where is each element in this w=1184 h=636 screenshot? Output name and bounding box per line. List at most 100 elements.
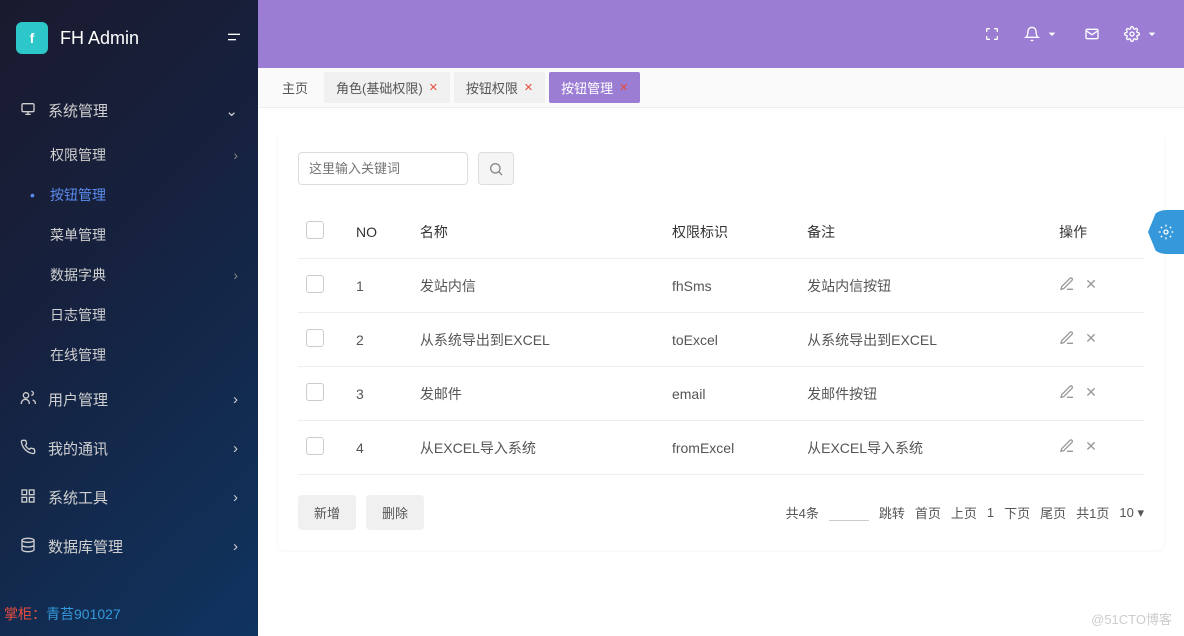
brand: f FH Admin — [0, 0, 258, 76]
pager-prev[interactable]: 上页 — [951, 503, 977, 522]
table-header: 权限标识 — [664, 205, 799, 259]
nav-group[interactable]: 系统工具 › — [0, 473, 258, 522]
nav-sub-item[interactable]: 菜单管理 — [0, 215, 258, 255]
nav-sub-item[interactable]: 数据字典 › — [0, 255, 258, 295]
phone-icon — [20, 439, 36, 459]
checkbox-all[interactable] — [306, 221, 324, 239]
tab[interactable]: 按钮权限✕ — [454, 72, 545, 103]
delete-icon[interactable]: ✕ — [1085, 276, 1097, 295]
pager-pages: 共1页 — [1076, 503, 1109, 522]
table-footer: 新增 删除 共4条 跳转 首页 上页 1 下页 尾页 共1页 10 ▾ — [298, 495, 1144, 530]
database-icon — [20, 537, 36, 557]
cell-perm: toExcel — [664, 313, 799, 367]
nav-group[interactable]: 我的通讯 › — [0, 424, 258, 473]
gear-icon[interactable] — [1124, 26, 1160, 42]
tab[interactable]: 主页 — [270, 72, 320, 103]
cell-perm: email — [664, 367, 799, 421]
nav-sub-label: 权限管理 — [50, 145, 106, 165]
nav-group[interactable]: 系统管理 ⌄ — [0, 86, 258, 135]
edit-icon[interactable] — [1059, 438, 1075, 457]
monitor-icon — [20, 101, 36, 121]
cell-no: 2 — [348, 313, 412, 367]
pager-first[interactable]: 首页 — [915, 503, 941, 522]
pager-next[interactable]: 下页 — [1004, 503, 1030, 522]
sidebar-footer: 掌柜：青苔901027 — [0, 592, 258, 636]
pager-current: 1 — [987, 505, 994, 520]
nav: 系统管理⌄权限管理›按钮管理菜单管理数据字典›日志管理在线管理用户管理›我的通讯… — [0, 76, 258, 592]
table-row: 1 发站内信 fhSms 发站内信按钮 ✕ — [298, 259, 1144, 313]
chevron-right-icon: › — [233, 489, 238, 506]
main: 主页角色(基础权限)✕按钮权限✕按钮管理✕ NO名称权限标识备注操作 1 发站内… — [258, 0, 1184, 636]
close-icon[interactable]: ✕ — [429, 81, 438, 94]
edit-icon[interactable] — [1059, 384, 1075, 403]
cell-no: 1 — [348, 259, 412, 313]
chevron-right-icon: › — [233, 538, 238, 555]
mail-icon[interactable] — [1084, 26, 1100, 42]
nav-group[interactable]: 用户管理› — [0, 375, 258, 424]
nav-group-label: 系统工具 — [48, 487, 108, 508]
delete-icon[interactable]: ✕ — [1085, 438, 1097, 457]
watermark: @51CTO博客 — [1091, 609, 1172, 628]
search-button[interactable] — [478, 152, 514, 185]
chevron-right-icon: › — [233, 147, 238, 163]
table-row: 4 从EXCEL导入系统 fromExcel 从EXCEL导入系统 ✕ — [298, 421, 1144, 475]
checkbox[interactable] — [306, 437, 324, 455]
cell-perm: fhSms — [664, 259, 799, 313]
cell-no: 4 — [348, 421, 412, 475]
bell-icon[interactable] — [1024, 26, 1060, 42]
tab-label: 角色(基础权限) — [336, 78, 423, 97]
pager-last[interactable]: 尾页 — [1040, 503, 1066, 522]
checkbox[interactable] — [306, 383, 324, 401]
chevron-right-icon: › — [233, 391, 238, 408]
pager-jump-input[interactable] — [829, 505, 869, 521]
cell-name: 从EXCEL导入系统 — [412, 421, 664, 475]
nav-sub-label: 日志管理 — [50, 305, 106, 325]
menu-toggle-icon[interactable] — [226, 29, 242, 48]
tabs: 主页角色(基础权限)✕按钮权限✕按钮管理✕ — [258, 68, 1184, 108]
tab[interactable]: 按钮管理✕ — [549, 72, 640, 103]
edit-icon[interactable] — [1059, 330, 1075, 349]
nav-sub-item[interactable]: 在线管理 — [0, 335, 258, 375]
nav-sub-item[interactable]: 按钮管理 — [0, 175, 258, 215]
add-button[interactable]: 新增 — [298, 495, 356, 530]
nav-sub-label: 按钮管理 — [50, 185, 106, 205]
pager: 共4条 跳转 首页 上页 1 下页 尾页 共1页 10 ▾ — [786, 503, 1144, 522]
users-icon — [20, 390, 36, 410]
chevron-right-icon: › — [233, 440, 238, 457]
nav-group-label: 数据库管理 — [48, 536, 123, 557]
chevron-right-icon: › — [233, 267, 238, 283]
delete-icon[interactable]: ✕ — [1085, 384, 1097, 403]
checkbox[interactable] — [306, 329, 324, 347]
table-header: 操作 — [1051, 205, 1144, 259]
table-header: 备注 — [799, 205, 1051, 259]
close-icon[interactable]: ✕ — [619, 81, 628, 94]
edit-icon[interactable] — [1059, 276, 1075, 295]
cell-note: 发邮件按钮 — [799, 367, 1051, 421]
close-icon[interactable]: ✕ — [524, 81, 533, 94]
grid-icon — [20, 488, 36, 508]
delete-icon[interactable]: ✕ — [1085, 330, 1097, 349]
checkbox[interactable] — [306, 275, 324, 293]
table-header — [298, 205, 348, 259]
pager-size[interactable]: 10 ▾ — [1119, 505, 1144, 521]
tab[interactable]: 角色(基础权限) ✕ — [324, 72, 450, 103]
nav-group-label: 我的通讯 — [48, 438, 108, 459]
delete-button[interactable]: 删除 — [366, 495, 424, 530]
cell-name: 发站内信 — [412, 259, 664, 313]
sidebar: f FH Admin 系统管理 ⌄ 权限管理 › 按钮管理菜单管理数据字典 › 日志管理在线… — [0, 0, 258, 636]
chevron-down-icon: ⌄ — [225, 102, 238, 120]
nav-sub-item[interactable]: 日志管理 — [0, 295, 258, 335]
nav-sub-label: 菜单管理 — [50, 225, 106, 245]
nav-sub-item[interactable]: 权限管理 › — [0, 135, 258, 175]
search-input[interactable] — [298, 152, 468, 185]
nav-group[interactable]: 数据库管理 › — [0, 522, 258, 571]
cell-note: 发站内信按钮 — [799, 259, 1051, 313]
cell-perm: fromExcel — [664, 421, 799, 475]
nav-sub-label: 数据字典 — [50, 265, 106, 285]
fullscreen-icon[interactable] — [984, 26, 1000, 42]
table-row: 3 发邮件 email 发邮件按钮 ✕ — [298, 367, 1144, 421]
nav-group-label: 系统管理 — [48, 100, 108, 121]
brand-logo: f — [16, 22, 48, 54]
pager-jump[interactable]: 跳转 — [879, 503, 905, 522]
card: NO名称权限标识备注操作 1 发站内信 fhSms 发站内信按钮 ✕ 2 从系统… — [278, 132, 1164, 550]
